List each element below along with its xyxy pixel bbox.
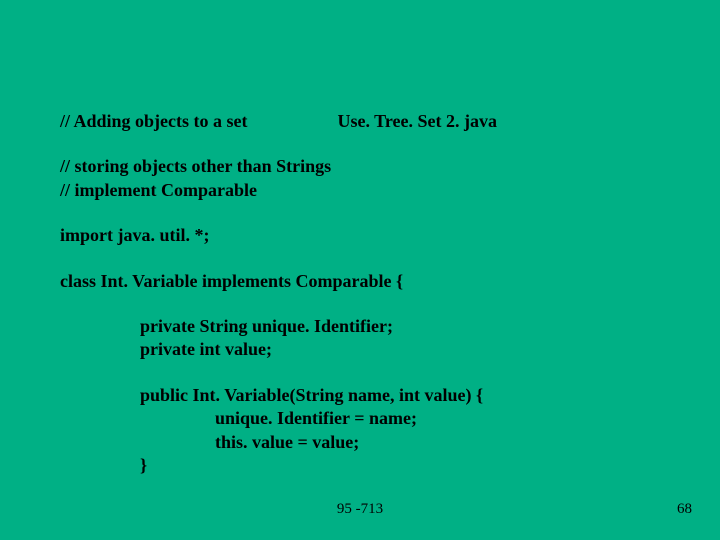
code-line: } — [60, 454, 660, 477]
code-line: class Int. Variable implements Comparabl… — [60, 270, 660, 293]
spaces — [248, 111, 338, 131]
blank-line — [60, 248, 660, 270]
code-line: // storing objects other than Strings — [60, 155, 660, 178]
blank-line — [60, 133, 660, 155]
code-line: import java. util. *; — [60, 224, 660, 247]
code-line: unique. Identifier = name; — [60, 407, 660, 430]
blank-line — [60, 293, 660, 315]
code-text: // Adding objects to a set — [60, 111, 248, 131]
slide: // Adding objects to a set Use. Tree. Se… — [0, 0, 720, 540]
code-line: public Int. Variable(String name, int va… — [60, 384, 660, 407]
code-line: private String unique. Identifier; — [60, 315, 660, 338]
code-block: // Adding objects to a set Use. Tree. Se… — [0, 0, 720, 477]
code-line: // implement Comparable — [60, 179, 660, 202]
blank-line — [60, 362, 660, 384]
footer-course-id: 95 -713 — [0, 501, 720, 518]
blank-line — [60, 202, 660, 224]
code-text: Use. Tree. Set 2. java — [338, 111, 497, 131]
page-number: 68 — [677, 501, 692, 518]
code-line: this. value = value; — [60, 431, 660, 454]
code-line: private int value; — [60, 338, 660, 361]
code-line: // Adding objects to a set Use. Tree. Se… — [60, 110, 660, 133]
